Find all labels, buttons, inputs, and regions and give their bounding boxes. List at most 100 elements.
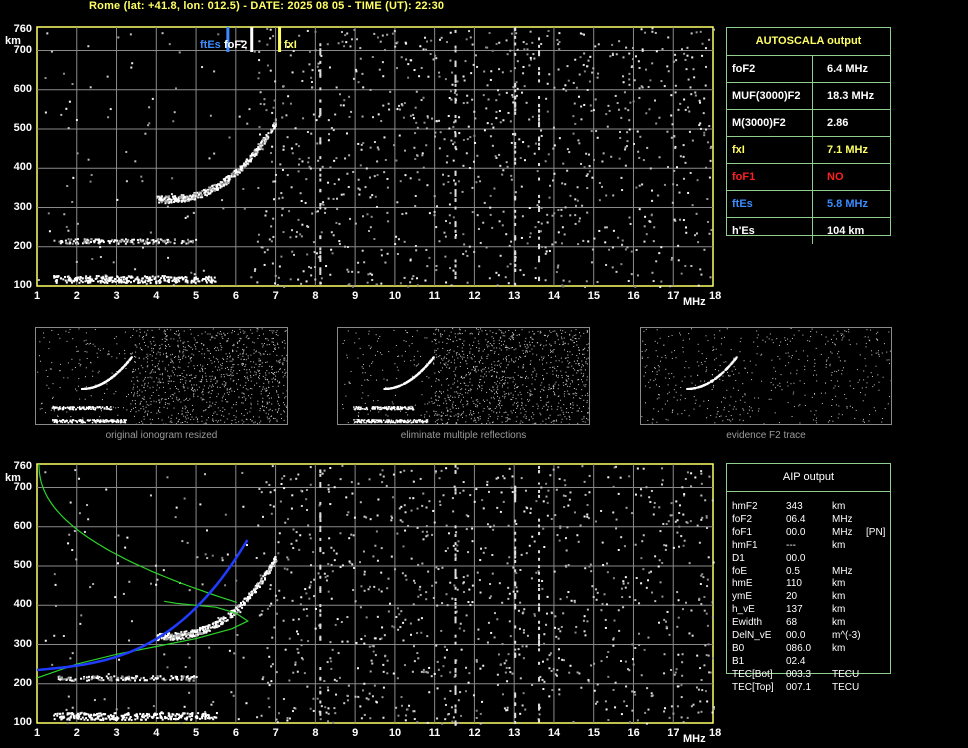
autoscala-key: fxI — [732, 144, 745, 156]
x-tick-label: 11 — [428, 727, 441, 739]
x-tick-label: 7 — [272, 727, 279, 739]
aip-value: 003.3 — [786, 668, 812, 680]
autoscala-row: foF2 6.4 MHz — [727, 56, 890, 83]
y-tick-label: 400 — [13, 598, 32, 611]
y-top-label-main: 760 — [13, 23, 32, 35]
autoscala-key: foF1 — [732, 171, 756, 183]
aip-unit: km — [832, 617, 846, 629]
x-tick-label: 8 — [312, 727, 319, 739]
autoscala-key: ftEs — [732, 198, 753, 210]
aip-title: AIP output — [727, 464, 890, 492]
aip-key: hmE — [732, 578, 753, 590]
x-tick-label: 14 — [547, 727, 561, 739]
x-tick-label: 6 — [232, 727, 239, 739]
x-tick-label: 5 — [193, 727, 200, 739]
x-tick-label: 9 — [352, 290, 359, 302]
autoscala-value: 7.1 MHz — [827, 144, 868, 156]
caption-eliminate: eliminate multiple reflections — [400, 430, 527, 441]
marker-ftes: ftEs — [200, 39, 221, 51]
autoscala-row: foF1 NO — [727, 164, 890, 191]
autoscala-row: fxI 7.1 MHz — [727, 137, 890, 164]
aip-key: foE — [732, 565, 748, 577]
autoscala-row: h'Es 104 km — [727, 218, 890, 244]
autoscala-separator — [812, 164, 813, 190]
aip-unit: MHz — [832, 565, 853, 577]
x-tick-label: 17 — [667, 727, 680, 739]
aip-value: 0.5 — [786, 565, 800, 577]
x-tick-label: 16 — [627, 290, 640, 302]
aip-unit: TECU — [832, 668, 860, 680]
autoscala-key: MUF(3000)F2 — [732, 90, 801, 102]
x-tick-label: 12 — [468, 290, 481, 302]
x-tick-label: 15 — [587, 727, 600, 739]
autoscala-key: M(3000)F2 — [732, 117, 786, 129]
x-tick-label: 13 — [508, 727, 521, 739]
x-tick-label: 3 — [113, 290, 120, 302]
aip-value: 20 — [786, 591, 798, 603]
autoscala-separator — [812, 83, 813, 109]
x-tick-label: 10 — [388, 290, 402, 302]
autoscala-value: 5.8 MHz — [827, 198, 868, 210]
x-tick-label: 10 — [388, 727, 402, 739]
thumb-original — [35, 327, 288, 425]
aip-key: Ewidth — [732, 617, 763, 629]
aip-key: TEC[Bot] — [732, 668, 773, 680]
autoscala-separator — [812, 110, 813, 136]
aip-value: 086.0 — [786, 642, 812, 654]
x-tick-label: 5 — [193, 290, 200, 302]
aip-key: foF2 — [732, 513, 753, 525]
autoscala-value: NO — [827, 171, 844, 183]
x-tick-label: 16 — [627, 727, 640, 739]
x-tick-label: 8 — [312, 290, 319, 302]
x-tick-label: 11 — [428, 290, 441, 302]
x-tick-label: 14 — [547, 290, 561, 302]
y-tick-label: 400 — [13, 161, 32, 174]
x-tick-label: 1 — [34, 727, 41, 739]
aip-value: 06.4 — [786, 513, 806, 525]
autoscala-value: 104 km — [827, 225, 865, 237]
aip-key: D1 — [732, 552, 745, 564]
aip-unit: km — [832, 539, 846, 551]
autoscala-key: h'Es — [732, 225, 755, 237]
aip-value: 00.0 — [786, 526, 806, 538]
x-tick-label: 4 — [153, 290, 160, 302]
marker-fxi: fxI — [284, 39, 297, 51]
aip-value: 68 — [786, 617, 798, 629]
aip-unit: km — [832, 591, 846, 603]
autoscala-separator — [812, 56, 813, 82]
autoscala-value: 2.86 — [827, 117, 849, 129]
y-tick-label: 700 — [13, 480, 32, 493]
aip-key: hmF1 — [732, 539, 758, 551]
aip-unit: MHz — [832, 513, 853, 525]
x-tick-label: 4 — [153, 727, 160, 739]
x-tick-label: 2 — [73, 727, 80, 739]
aip-value: 137 — [786, 604, 803, 616]
autoscala-table: AUTOSCALA output foF2 6.4 MHz MUF(3000)F2 1… — [726, 27, 891, 244]
aip-key: B1 — [732, 655, 745, 667]
aip-unit: km — [832, 604, 846, 616]
aip-value: 00.0 — [786, 552, 806, 564]
autoscala-row: ftEs 5.8 MHz — [727, 191, 890, 218]
aip-key: TEC[Top] — [732, 681, 774, 693]
aip-value: 007.1 — [786, 681, 812, 693]
aip-unit: km — [832, 501, 846, 512]
marker-fof2: foF2 — [224, 39, 248, 51]
y-tick-label: 300 — [13, 200, 32, 213]
aip-key: B0 — [732, 642, 745, 654]
x-tick-label: 13 — [508, 290, 521, 302]
autoscala-value: 18.3 MHz — [827, 90, 875, 102]
caption-original: original ionogram resized — [105, 430, 218, 441]
x-tick-label: 6 — [232, 290, 239, 302]
autoscala-separator — [812, 218, 813, 244]
y-tick-label: 600 — [13, 519, 32, 532]
y-tick-label: 100 — [13, 716, 32, 728]
y-tick-label: 700 — [13, 43, 32, 56]
y-tick-label: 100 — [13, 279, 32, 291]
x-tick-label: 12 — [468, 727, 481, 739]
aip-value: 00.0 — [786, 630, 806, 641]
x-tick-label: 9 — [352, 727, 359, 739]
autoscala-separator — [812, 137, 813, 163]
x-tick-label: 2 — [73, 290, 80, 302]
x-tick-label: 7 — [272, 290, 279, 302]
x-tick-label: 18 — [709, 290, 722, 302]
